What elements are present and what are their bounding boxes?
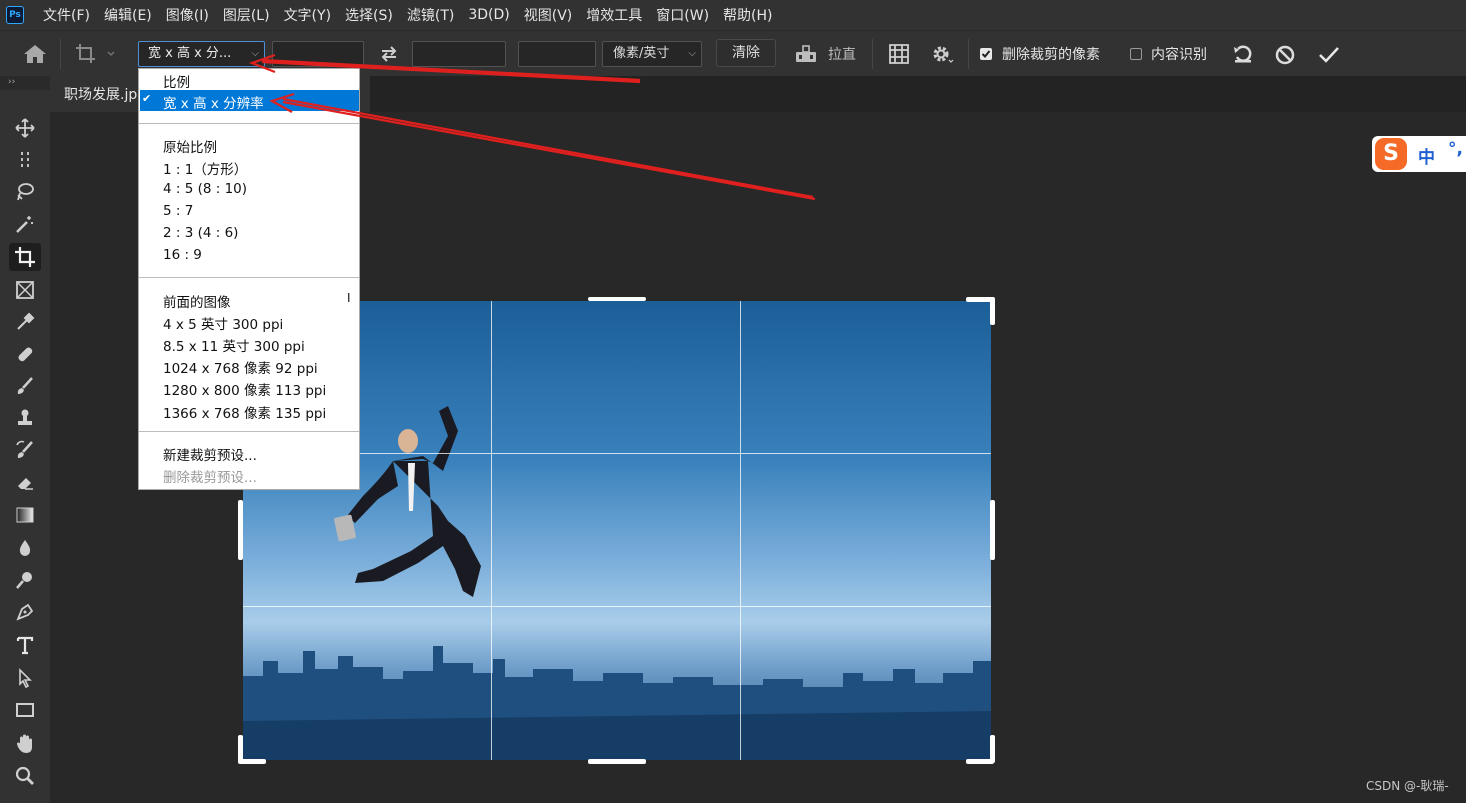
annotation-arrows bbox=[248, 53, 816, 201]
ime-mode-label[interactable]: 中 bbox=[1418, 143, 1435, 168]
ime-toolbar[interactable]: S 中 °, bbox=[1372, 136, 1466, 172]
watermark-text: CSDN @-耿瑞- bbox=[1366, 779, 1449, 793]
sogou-logo-icon: S bbox=[1375, 138, 1407, 170]
ime-punct-label[interactable]: °, bbox=[1448, 139, 1463, 159]
